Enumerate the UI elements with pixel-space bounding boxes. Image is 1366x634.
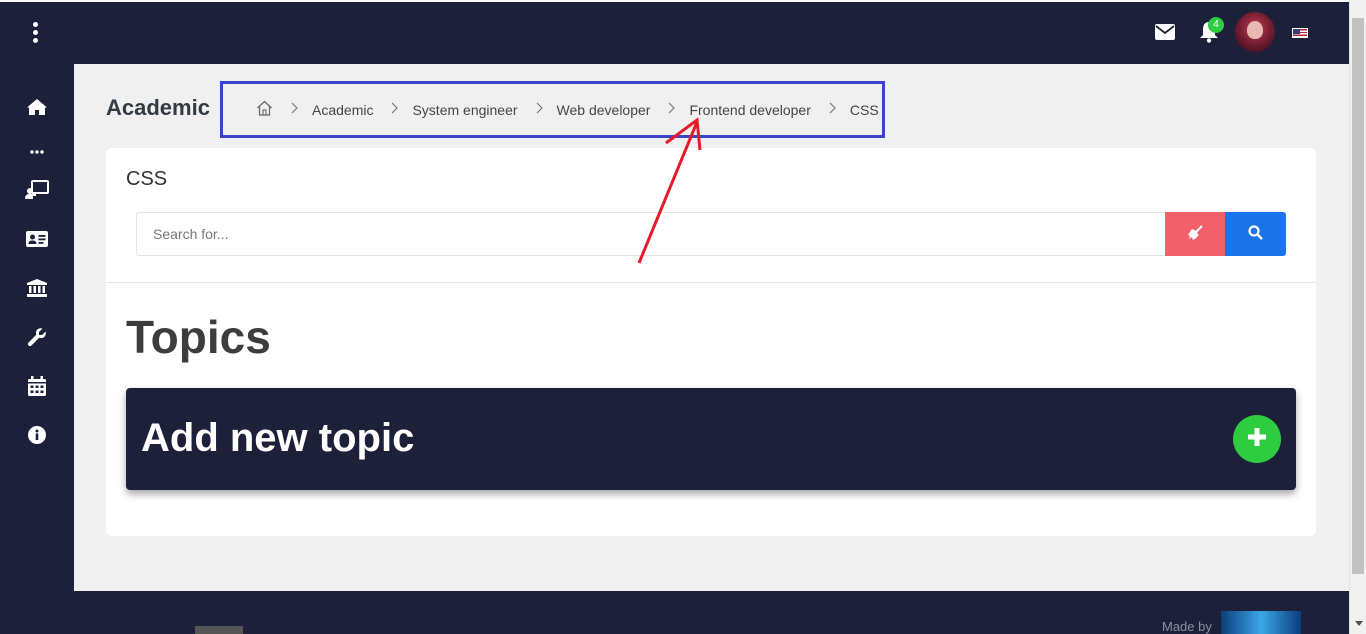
divider [106, 282, 1316, 283]
scroll-down-arrow-icon[interactable] [1355, 621, 1363, 626]
vertical-dots-icon[interactable] [33, 22, 41, 44]
bank-icon[interactable] [24, 276, 50, 300]
teacher-board-icon[interactable] [24, 178, 50, 202]
card-title: CSS [126, 168, 168, 190]
breadcrumb-item-frontend-developer[interactable]: Frontend developer [689, 102, 810, 118]
info-icon[interactable] [24, 423, 50, 447]
id-card-icon[interactable] [24, 227, 50, 251]
chevron-right-icon [391, 102, 399, 117]
home-icon[interactable] [24, 95, 50, 119]
breadcrumb: Academic System engineer Web developer F… [220, 81, 885, 138]
search-button[interactable] [1225, 212, 1286, 256]
main-content: Academic Academic System engineer Web de… [74, 64, 1349, 591]
notification-count-badge: 4 [1208, 17, 1224, 33]
top-navbar [0, 2, 1349, 64]
plus-icon [1246, 426, 1268, 453]
envelope-icon[interactable] [1155, 24, 1175, 45]
chevron-right-icon [668, 102, 676, 117]
footer-logo [1221, 611, 1301, 634]
search-icon [1248, 225, 1263, 243]
chevron-right-icon [291, 102, 298, 117]
breadcrumb-item-system-engineer[interactable]: System engineer [412, 102, 517, 118]
breadcrumb-item-css: CSS [849, 101, 879, 118]
home-outline-icon[interactable] [256, 100, 273, 119]
clear-search-button[interactable] [1165, 212, 1225, 256]
scrollbar[interactable] [1349, 0, 1366, 634]
sidebar [0, 64, 74, 634]
more-dots-icon[interactable] [24, 144, 50, 160]
broom-icon [1187, 224, 1203, 244]
breadcrumb-item-web-developer[interactable]: Web developer [557, 102, 651, 118]
footer: Made by [74, 591, 1349, 634]
avatar[interactable] [1235, 12, 1275, 52]
page-title: Academic [106, 95, 210, 120]
chevron-right-icon [536, 102, 543, 117]
chevron-right-icon [829, 102, 836, 117]
add-topic-button[interactable] [1233, 415, 1281, 463]
breadcrumb-item-academic[interactable]: Academic [312, 102, 373, 118]
calendar-icon[interactable] [24, 374, 50, 398]
us-flag-icon[interactable] [1292, 28, 1308, 38]
add-topic-label: Add new topic [141, 416, 415, 460]
wrench-icon[interactable] [24, 325, 50, 349]
content-card: CSS Topics Add new topic [106, 148, 1316, 536]
footer-badge [195, 626, 243, 634]
scrollbar-thumb[interactable] [1352, 18, 1364, 574]
footer-made-by: Made by [1162, 619, 1212, 634]
add-topic-panel: Add new topic [126, 388, 1296, 490]
search-input[interactable] [136, 212, 1166, 256]
topics-heading: Topics [126, 311, 271, 363]
